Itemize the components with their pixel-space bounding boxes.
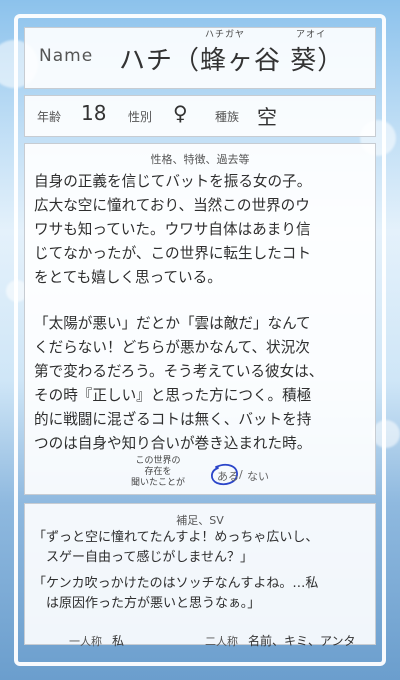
- gender-value: ♀: [173, 101, 188, 125]
- supplement-title: 補足、SV: [176, 514, 224, 527]
- answer-separator: /: [239, 468, 243, 481]
- description-paragraph-1: 自身の正義を信じてバットを振る女の子。 広大な空に憧れており、当然この世界のウ …: [34, 170, 370, 290]
- question-text: この世界の 存在を 聞いたことが: [123, 456, 193, 489]
- gender-label: 性別: [128, 110, 153, 124]
- given-name-ruby: アオイ: [296, 30, 327, 40]
- second-person-row: 二人称 名前、キミ、アンタ: [205, 632, 356, 649]
- quote-line: スゲー自由って感じがしません？」: [33, 550, 253, 565]
- quote-line: 「ケンカ吹っかけたのはソッチなんすよね。…私: [33, 576, 319, 591]
- description-title: 性格、特徴、過去等: [150, 153, 250, 166]
- name-label: Name: [39, 46, 94, 66]
- question-line: 聞いたことが: [130, 478, 185, 488]
- race-label: 種族: [215, 110, 240, 124]
- quote-line: は原因作った方が悪いと思うなぁ。」: [33, 596, 261, 611]
- age-label: 年齢: [37, 110, 62, 124]
- text-line: 広大な空に憧れており、当然この世界のウ: [34, 197, 310, 214]
- name-card: Name ハチガヤ アオイ ハチ（蜂ヶ谷 葵）: [24, 27, 376, 89]
- first-person-value: 私: [112, 634, 125, 648]
- first-person-label: 一人称: [69, 635, 102, 648]
- text-line: をとても嬉しく思っている。: [34, 269, 222, 286]
- race-value: 空: [257, 105, 277, 129]
- question-line: 存在を: [144, 467, 172, 477]
- surname-ruby: ハチガヤ: [205, 30, 246, 40]
- quote-2: 「ケンカ吹っかけたのはソッチなんすよね。…私 は原因作った方が悪いと思うなぁ。」: [33, 574, 318, 614]
- text-line: ワサも知っていた。ウワサ自体はあまり信: [34, 221, 311, 238]
- second-person-label: 二人称: [205, 635, 238, 648]
- text-line: 「太陽が悪い」だとか「雲は敵だ」なんて: [34, 315, 311, 332]
- text-line: その時『正しい』と思った方につく。積極: [34, 387, 312, 404]
- text-line: 自身の正義を信じてバットを振る女の子。: [34, 173, 312, 190]
- quote-line: 「ずっと空に憧れてたんすよ！めっちゃ広いし、: [33, 530, 319, 545]
- text-line: 的に戦闘に混ざるコトは無く、バットを持: [34, 411, 312, 428]
- text-line: じてなかったが、この世界に転生したコト: [34, 245, 311, 262]
- text-line: くだらない！どちらが悪かなんて、状況次: [34, 339, 310, 356]
- quote-1: 「ずっと空に憧れてたんすよ！めっちゃ広いし、 スゲー自由って感じがしません？」: [33, 528, 318, 568]
- character-name: ハチ（蜂ヶ谷 葵）: [119, 46, 345, 76]
- age-value: 18: [81, 101, 107, 125]
- text-line: つのは自身や知り合いが巻き込まれた時。: [34, 435, 312, 452]
- answer-no: ない: [247, 470, 269, 483]
- stats-card: 年齢 18 性別 ♀ 種族 空: [24, 95, 376, 137]
- description-card: 性格、特徴、過去等 自身の正義を信じてバットを振る女の子。 広大な空に憧れており…: [24, 143, 376, 495]
- text-line: 第で変わるだろう。そう考えている彼女は、: [34, 363, 324, 380]
- supplement-card: 補足、SV 「ずっと空に憧れてたんすよ！めっちゃ広いし、 スゲー自由って感じがし…: [24, 503, 376, 648]
- description-paragraph-2: 「太陽が悪い」だとか「雲は敵だ」なんて くだらない！どちらが悪かなんて、状況次 …: [34, 312, 370, 456]
- question-line: この世界の: [135, 456, 181, 466]
- answer-yes: ある: [217, 470, 239, 483]
- first-person-row: 一人称私: [69, 632, 124, 649]
- second-person-value: 名前、キミ、アンタ: [248, 634, 356, 648]
